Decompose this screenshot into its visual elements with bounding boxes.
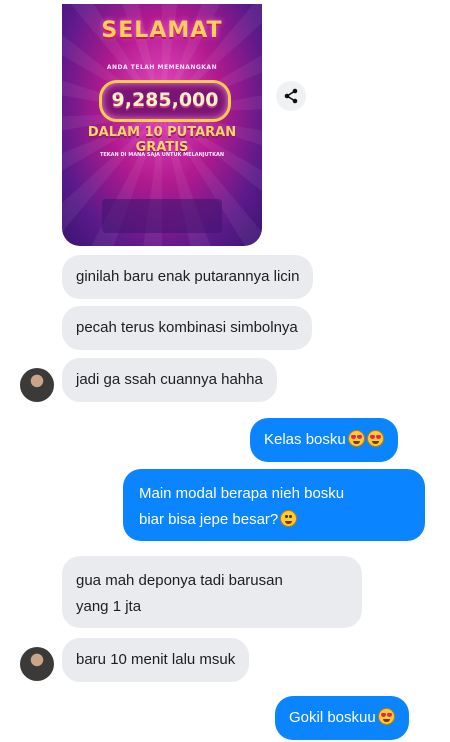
avatar[interactable]: [20, 368, 54, 402]
message-text: yang 1 jta: [76, 598, 142, 615]
message-incoming[interactable]: baru 10 menit lalu msuk: [62, 638, 250, 682]
message-text: Kelas bosku: [264, 431, 346, 448]
message-outgoing[interactable]: Gokil boskuu: [275, 696, 409, 740]
continue-note: TEKAN DI MANA SAJA UNTUK MELANJUTKAN: [99, 152, 225, 158]
grin-emoji-icon: [280, 510, 298, 527]
message-text: Gokil boskuu: [289, 709, 376, 726]
share-icon: [284, 88, 298, 104]
message-incoming[interactable]: pecah terus kombinasi simbolnya: [62, 306, 312, 350]
message-incoming[interactable]: jadi ga ssah cuannya hahha: [62, 358, 277, 402]
message-incoming[interactable]: gua mah deponya tadi barusan yang 1 jta: [62, 556, 362, 628]
message-text: Main modal berapa nieh bosku: [139, 485, 345, 502]
win-amount-frame: 9,285,000: [99, 80, 231, 122]
message-text: baru 10 menit lalu msuk: [76, 651, 236, 668]
heart-eyes-emoji-icon: [366, 430, 384, 447]
message-outgoing[interactable]: Kelas bosku: [250, 418, 398, 462]
message-text: jadi ga ssah cuannya hahha: [76, 371, 263, 388]
message-outgoing[interactable]: Main modal berapa nieh bosku biar bisa j…: [123, 469, 425, 541]
shared-image[interactable]: SELAMAT ANDA TELAH MEMENANGKAN 9,285,000…: [62, 4, 262, 246]
message-text: pecah terus kombinasi simbolnya: [76, 319, 298, 336]
win-amount: 9,285,000: [111, 89, 219, 111]
win-title: SELAMAT: [101, 18, 223, 43]
message-text: biar bisa jepe besar?: [139, 511, 279, 528]
share-button[interactable]: [276, 81, 306, 111]
avatar[interactable]: [20, 647, 54, 681]
image-button-area: [102, 199, 222, 233]
message-text: gua mah deponya tadi barusan: [76, 572, 283, 589]
message-text: ginilah baru enak putarannya licin: [76, 268, 300, 285]
win-subtitle: ANDA TELAH MEMENANGKAN: [106, 64, 218, 71]
message-incoming[interactable]: ginilah baru enak putarannya licin: [62, 255, 314, 299]
heart-eyes-emoji-icon: [377, 708, 395, 725]
free-spins-text: DALAM 10 PUTARAN GRATIS: [87, 125, 237, 155]
heart-eyes-emoji-icon: [347, 430, 365, 447]
